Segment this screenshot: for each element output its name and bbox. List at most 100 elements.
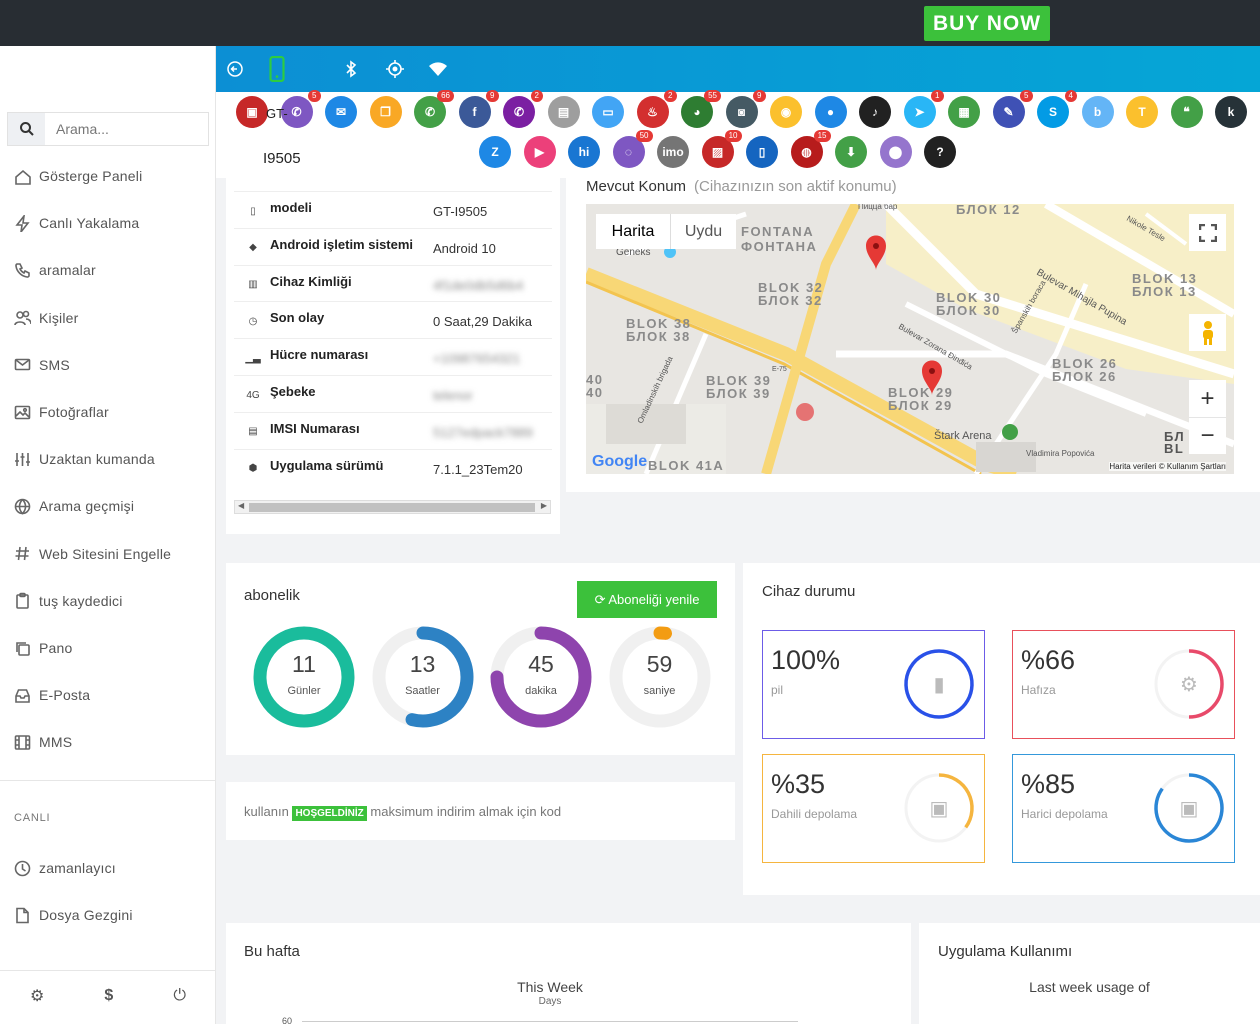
sidebar-item-uzaktan-kumanda[interactable]: Uzaktan kumanda — [0, 442, 216, 476]
save-icon: ▣ — [930, 796, 949, 820]
scroll-right-icon[interactable]: ▶ — [541, 501, 547, 510]
clipboard-icon[interactable]: ❐ — [369, 96, 402, 128]
messenger-icon[interactable]: ✎ 5 — [992, 90, 1033, 128]
snapchat-icon[interactable]: ◉ — [770, 96, 802, 128]
map-label: Пицца бар — [858, 204, 898, 211]
sidebar-item-gösterge-paneli[interactable]: Gösterge Paneli — [0, 159, 216, 193]
dollar-icon[interactable]: $ — [104, 987, 113, 1005]
skype-icon[interactable]: S4 — [1037, 90, 1077, 128]
ring-unit: dakika — [525, 685, 557, 697]
sidebar-item-pano[interactable]: Pano — [0, 631, 216, 665]
sidebar-item-web-sitesini-engelle[interactable]: Web Sitesini Engelle — [0, 537, 216, 571]
zoom-in-button[interactable]: + — [1189, 380, 1226, 417]
stat-label: pil — [771, 683, 784, 697]
sidebar-live-item-dosya-gezgini[interactable]: Dosya Gezgini — [0, 898, 216, 932]
app-glyph: ▤ — [557, 105, 570, 119]
map-tab-satellite[interactable]: Uydu — [670, 214, 736, 249]
sidebar-item-arama-geçmişi[interactable]: Arama geçmişi — [0, 489, 216, 523]
record-icon[interactable]: ▣ — [236, 96, 268, 128]
gallery-icon[interactable]: ▨ 10 — [701, 130, 742, 168]
search-input[interactable] — [46, 113, 208, 145]
sidebar-item-sms[interactable]: SMS — [0, 348, 216, 382]
signal-icon[interactable]: ◌ 50 — [612, 130, 653, 168]
scroll-left-icon[interactable]: ◀ — [238, 501, 244, 510]
imo-video-icon[interactable]: ▶ — [523, 136, 556, 168]
horizontal-scrollbar[interactable]: ◀ ▶ — [234, 500, 551, 514]
email-icon[interactable]: ✉ — [325, 96, 357, 128]
map-attribution[interactable]: Harita verileri © Kullanım Şartları — [1109, 462, 1226, 471]
sidebar-item-fotoğraflar[interactable]: Fotoğraflar — [0, 395, 216, 429]
countdown-ring-günler: 11 Günler — [252, 625, 356, 729]
viber-icon[interactable]: ✆ 2 — [503, 90, 543, 128]
screen-icon[interactable]: ▭ — [592, 96, 624, 128]
app-glyph: imo — [662, 145, 684, 159]
tinder-icon[interactable]: ♨ 2 — [636, 90, 677, 128]
subscription-title: abonelik — [244, 587, 300, 604]
device-icon[interactable]: ▯ — [746, 136, 778, 168]
zoom-out-button[interactable]: − — [1189, 417, 1226, 454]
keylogger-icon[interactable]: ▤ — [547, 96, 580, 128]
sidebar-item-tuş-kaydedici[interactable]: tuş kaydedici — [0, 584, 216, 618]
street-view-icon[interactable] — [1189, 314, 1226, 351]
app-glyph: ✆ — [513, 105, 525, 119]
google-logo: Google — [592, 453, 648, 470]
search-button[interactable] — [8, 113, 45, 145]
zalo-icon[interactable]: Z — [479, 136, 511, 168]
countdown-ring-saatler: 13 Saatler — [371, 625, 475, 729]
app-glyph: b — [1093, 105, 1102, 119]
buy-now-button[interactable]: BUY NOW — [924, 6, 1050, 41]
mobile-device-icon[interactable] — [266, 55, 288, 83]
wechat-icon[interactable]: ◕ 55 — [681, 90, 721, 128]
facebook-icon[interactable]: f9 — [458, 90, 499, 128]
info-label: Android işletim sistemi — [270, 236, 414, 252]
location-card: Mevcut Konum (Cihazınızın son aktif konum… — [566, 176, 1260, 492]
location-icon[interactable]: ⬤ — [879, 136, 912, 168]
wifi-icon[interactable] — [427, 58, 449, 80]
line-icon[interactable]: ▦ — [948, 96, 980, 128]
renew-subscription-button[interactable]: ⟳ Aboneliği yenile — [577, 581, 717, 618]
flickr-icon[interactable]: ● — [814, 96, 847, 128]
fullscreen-icon[interactable] — [1189, 214, 1226, 251]
map-label: Štark Arena — [934, 429, 992, 442]
bip-icon[interactable]: b — [1081, 96, 1114, 128]
web-icon[interactable]: ◍ 15 — [790, 130, 831, 168]
sidebar-item-kişiler[interactable]: Kişiler — [0, 301, 216, 335]
back-icon[interactable] — [224, 58, 246, 80]
clock-icon: ◷ — [248, 315, 258, 327]
instagram-icon[interactable]: ◙ 9 — [725, 90, 766, 128]
nav-label: SMS — [39, 356, 70, 373]
sidebar-item-canlı-yakalama[interactable]: Canlı Yakalama — [0, 206, 216, 240]
map-label: БЛОК 26 — [1052, 369, 1117, 384]
scroll-thumb[interactable] — [249, 503, 535, 512]
download-icon[interactable]: ⬇ — [835, 136, 867, 168]
sliders-icon — [15, 452, 30, 466]
help-icon[interactable]: ? — [924, 136, 956, 168]
whatsapp-icon[interactable]: ✆ 66 — [414, 90, 454, 128]
sidebar-live-item-zamanlayıcı[interactable]: zamanlayıcı — [0, 851, 216, 885]
hike-icon[interactable]: hi — [568, 136, 600, 168]
kakaotalk-icon[interactable]: T — [1126, 96, 1158, 128]
telegram-icon[interactable]: ➤ 1 — [903, 90, 944, 128]
gps-icon[interactable] — [384, 58, 406, 80]
sidebar-item-e-posta[interactable]: E-Posta — [0, 678, 216, 712]
ring-unit: Günler — [287, 685, 321, 697]
chip-icon: ⚙ — [1180, 672, 1198, 696]
app-glyph: k — [1227, 105, 1235, 119]
mail-icon — [14, 358, 31, 371]
save-icon: ▣ — [1180, 796, 1199, 820]
kik-icon[interactable]: k — [1215, 96, 1247, 128]
power-icon[interactable]: ⏻ — [173, 987, 186, 1005]
settings-icon[interactable]: ⚙ — [30, 986, 44, 1006]
app-glyph: ◍ — [801, 145, 812, 159]
imo-icon[interactable]: imo — [657, 136, 689, 168]
map[interactable]: БЛОК 12 FONTANA ФОНТАНА BLOK 32 БЛОК 32 BLOK … — [586, 204, 1234, 474]
map-label: БЛОК 32 — [758, 293, 823, 308]
tiktok-icon[interactable]: ♪ — [859, 96, 891, 128]
app-usage-card: Uygulama Kullanımı Last week usage of — [919, 923, 1260, 1024]
sidebar-item-aramalar[interactable]: aramalar — [0, 253, 216, 287]
map-tab-map[interactable]: Harita — [596, 214, 670, 249]
bluetooth-icon[interactable] — [340, 58, 362, 80]
sidebar-item-mms[interactable]: MMS — [0, 725, 216, 759]
app-glyph: ● — [826, 105, 835, 119]
hangouts-icon[interactable]: ❝ — [1170, 96, 1203, 128]
